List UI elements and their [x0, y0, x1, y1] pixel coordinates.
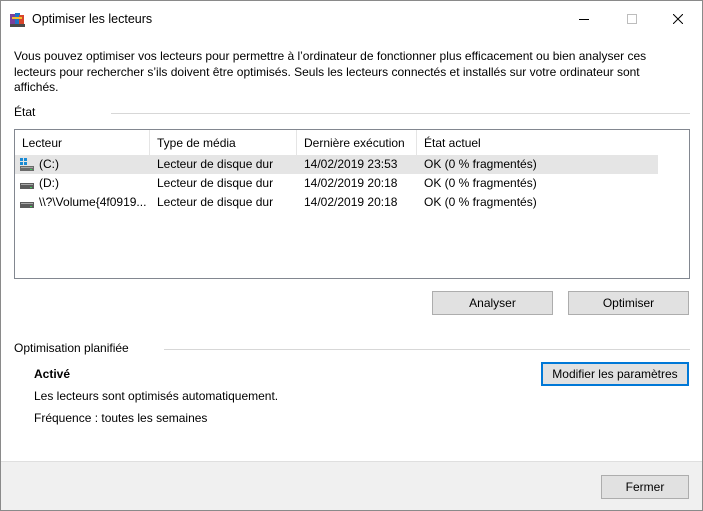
close-button[interactable]: Fermer [601, 475, 689, 499]
drive-name: (C:) [39, 157, 59, 171]
drives-list-header: Lecteur Type de média Dernière exécution… [15, 130, 689, 156]
schedule-status: Activé [34, 367, 71, 381]
system-drive-icon [20, 158, 34, 171]
current-state: OK (0 % fragmentés) [424, 195, 537, 209]
minimize-icon [579, 19, 589, 20]
current-state: OK (0 % fragmentés) [424, 157, 537, 171]
drive-name: (D:) [39, 176, 59, 190]
schedule-description: Les lecteurs sont optimisés automatiquem… [34, 389, 279, 403]
table-row[interactable]: (C:) Lecteur de disque dur 14/02/2019 23… [15, 155, 658, 174]
close-window-button[interactable] [655, 1, 701, 37]
media-type: Lecteur de disque dur [157, 195, 274, 209]
table-row[interactable]: (D:) Lecteur de disque dur 14/02/2019 20… [15, 174, 658, 193]
window-title: Optimiser les lecteurs [32, 12, 153, 26]
hard-drive-icon [20, 183, 34, 189]
media-type: Lecteur de disque dur [157, 176, 274, 190]
dialog-footer: Fermer [1, 461, 702, 510]
drive-name: \\?\Volume{4f0919... [39, 195, 147, 209]
title-bar[interactable]: Optimiser les lecteurs [1, 1, 702, 37]
minimize-button[interactable] [561, 1, 607, 37]
hard-drive-icon [20, 202, 34, 208]
close-icon [673, 14, 683, 24]
optimize-button[interactable]: Optimiser [568, 291, 689, 315]
maximize-button [609, 1, 655, 37]
defrag-app-icon [10, 13, 25, 27]
column-header-last-run[interactable]: Dernière exécution [297, 130, 417, 156]
scheduled-section-divider [164, 349, 690, 350]
drives-list[interactable]: Lecteur Type de média Dernière exécution… [14, 129, 690, 279]
media-type: Lecteur de disque dur [157, 157, 274, 171]
schedule-frequency: Fréquence : toutes les semaines [34, 411, 208, 425]
status-section-divider [111, 113, 690, 114]
maximize-icon [627, 14, 637, 24]
description-text: Vous pouvez optimiser vos lecteurs pour … [14, 49, 647, 94]
column-header-drive[interactable]: Lecteur [15, 130, 150, 156]
column-header-current-state[interactable]: État actuel [417, 130, 689, 156]
scheduled-section-label: Optimisation planifiée [14, 341, 129, 355]
last-run: 14/02/2019 20:18 [304, 176, 398, 190]
change-settings-button[interactable]: Modifier les paramètres [541, 362, 689, 386]
status-section-label: État [14, 105, 36, 119]
column-header-media-type[interactable]: Type de média [150, 130, 297, 156]
table-row[interactable]: \\?\Volume{4f0919... Lecteur de disque d… [15, 193, 658, 212]
current-state: OK (0 % fragmentés) [424, 176, 537, 190]
analyze-button[interactable]: Analyser [432, 291, 553, 315]
optimize-drives-window: Optimiser les lecteurs Vous pouvez optim… [0, 0, 703, 511]
last-run: 14/02/2019 20:18 [304, 195, 398, 209]
last-run: 14/02/2019 23:53 [304, 157, 398, 171]
